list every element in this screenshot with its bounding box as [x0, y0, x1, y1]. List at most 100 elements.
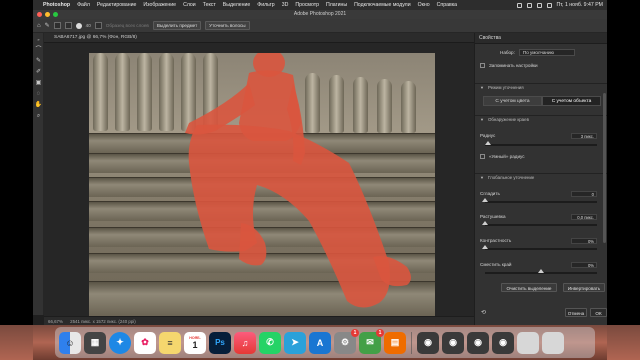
smooth-slider[interactable] — [482, 198, 597, 203]
home-icon[interactable]: ⌂ — [37, 23, 41, 29]
zoom-tool-icon[interactable]: ⌕ — [34, 112, 43, 121]
invert-button[interactable]: Инвертировать — [563, 283, 605, 292]
notes-icon[interactable]: ≡ — [159, 331, 181, 354]
menubar-clock[interactable]: Пт, 1 нояб. 9:47 PM — [557, 2, 603, 8]
feather-value[interactable]: 0,0 пикс. — [571, 214, 597, 220]
system-preferences-icon[interactable]: ⚙ 1 — [334, 328, 359, 354]
hand-tool-icon[interactable]: ✋ — [34, 101, 43, 110]
recent-app-icon[interactable]: ◉ — [467, 331, 489, 354]
tool-preset-icon[interactable]: ✎ — [45, 22, 50, 29]
menu-app-name[interactable]: Photoshop — [43, 2, 70, 8]
recent-app-icon[interactable]: ◉ — [492, 331, 514, 354]
remember-settings-checkbox[interactable] — [480, 63, 485, 68]
zoom-window-button[interactable] — [53, 12, 58, 17]
ok-button[interactable]: ОК — [590, 308, 607, 317]
telegram-icon[interactable]: ➤ — [284, 331, 306, 354]
brush-size-value[interactable]: 40 — [86, 23, 91, 28]
shift-edge-value[interactable]: 0% — [571, 262, 597, 268]
smooth-value[interactable]: 0 — [571, 191, 597, 197]
zoom-level[interactable]: 66,67% — [48, 319, 63, 324]
subtract-from-selection-button[interactable] — [64, 22, 72, 29]
shift-edge-slider[interactable] — [485, 269, 597, 274]
restore-icon[interactable]: ⟲ — [481, 309, 486, 316]
clear-selection-button[interactable]: Очистить выделение — [501, 283, 557, 292]
menu-3d[interactable]: 3D — [282, 2, 289, 8]
brush-tool-icon[interactable]: ✐ — [34, 68, 43, 77]
refine-hair-button[interactable]: Уточнить волосы — [205, 21, 250, 30]
calendar-icon[interactable]: НОЯБ. 1 — [184, 331, 206, 354]
feather-slider[interactable] — [482, 221, 597, 226]
menu-view[interactable]: Просмотр — [295, 2, 319, 8]
menu-layers[interactable]: Слои — [183, 2, 196, 8]
preset-select[interactable]: По умолчанию — [518, 49, 575, 56]
lasso-tool-icon[interactable]: ◌ — [34, 90, 43, 99]
finder-icon[interactable]: ☺ — [59, 331, 81, 354]
add-to-selection-button[interactable] — [53, 22, 61, 29]
document-tab[interactable]: SABA6717.jpg @ 66,7% (Фон, RGB/8) — [44, 33, 474, 43]
photo-canvas[interactable] — [89, 53, 435, 316]
tools-panel: » ⌒ ✎ ✐ ▣ ◌ ✋ ⌕ — [33, 33, 44, 315]
radius-slider-knob[interactable] — [485, 141, 492, 145]
menu-select[interactable]: Выделение — [223, 2, 251, 8]
whatsapp-icon[interactable]: ✆ — [259, 331, 281, 354]
downloads-folder-icon[interactable] — [517, 331, 539, 354]
search-icon[interactable] — [536, 2, 542, 8]
feather-slider-knob[interactable] — [482, 221, 488, 225]
canvas-area[interactable] — [44, 43, 474, 316]
properties-tab[interactable]: Свойства — [475, 33, 607, 44]
brush-options-button[interactable] — [94, 22, 102, 29]
menu-window[interactable]: Окно — [418, 2, 430, 8]
recent-app-icon[interactable]: ◉ — [442, 331, 464, 354]
edge-detection-section[interactable]: ▼ Обнаружение краев — [475, 115, 607, 123]
sample-all-layers-checkbox[interactable]: Образец всех слоев — [106, 23, 149, 28]
wifi-icon[interactable] — [526, 2, 532, 8]
refine-edge-brush-icon[interactable]: ✎ — [34, 57, 43, 66]
recent-app-icon[interactable]: ◉ — [417, 331, 439, 354]
color-aware-button[interactable]: С учетом цвета — [483, 96, 542, 106]
menu-plugins[interactable]: Плагины — [326, 2, 347, 8]
quick-selection-tool-icon[interactable]: ⌒ — [34, 46, 43, 55]
contrast-slider-knob[interactable] — [482, 245, 488, 249]
minimize-window-button[interactable] — [45, 12, 50, 17]
select-subject-button[interactable]: Выделить предмет — [152, 21, 202, 30]
menu-file[interactable]: Файл — [77, 2, 90, 8]
app-store-icon[interactable]: A — [309, 331, 331, 354]
messages-badge: 1 — [376, 328, 384, 337]
radius-value[interactable]: 3 пикс. — [571, 133, 597, 139]
close-window-button[interactable] — [37, 12, 42, 17]
photos-icon[interactable]: ✿ — [134, 331, 156, 354]
radius-slider[interactable] — [485, 141, 597, 146]
properties-scrollbar[interactable] — [603, 93, 606, 243]
control-center-icon[interactable] — [546, 2, 552, 8]
photoshop-icon[interactable]: Ps — [209, 331, 231, 354]
menu-edit[interactable]: Редактирование — [97, 2, 137, 8]
preview-icon[interactable]: ▤ — [384, 331, 406, 354]
launchpad-icon[interactable]: ▦ — [84, 331, 106, 354]
chevron-down-icon: ▼ — [480, 175, 484, 180]
shift-edge-slider-knob[interactable] — [538, 269, 544, 273]
object-aware-button[interactable]: С учетом объекта — [542, 96, 601, 106]
refine-mode-section[interactable]: ▼ Режим уточнения — [475, 83, 607, 91]
menu-extensions[interactable]: Подключаемые модули — [354, 2, 411, 8]
properties-panel: Свойства Набор: По умолчанию Запоминать … — [474, 33, 607, 325]
trash-icon[interactable] — [542, 331, 564, 354]
refine-mode-segmented: С учетом цвета С учетом объекта — [483, 96, 601, 106]
object-selection-tool-icon[interactable]: ▣ — [34, 79, 43, 88]
contrast-value[interactable]: 0% — [571, 238, 597, 244]
global-refinements-section[interactable]: ▼ Глобальное уточнение — [475, 173, 607, 181]
status-icon[interactable] — [516, 2, 522, 8]
smooth-slider-knob[interactable] — [482, 198, 488, 202]
music-icon[interactable]: ♫ — [234, 331, 256, 354]
smart-radius-checkbox[interactable] — [480, 154, 485, 159]
contrast-slider[interactable] — [482, 245, 597, 250]
messages-icon[interactable]: ✉ 1 — [359, 328, 384, 354]
menu-filter[interactable]: Фильтр — [257, 2, 274, 8]
menu-image[interactable]: Изображение — [143, 2, 176, 8]
cancel-button[interactable]: Отмена — [565, 308, 587, 317]
safari-icon[interactable]: ✦ — [109, 331, 131, 354]
menu-type[interactable]: Текст — [203, 2, 216, 8]
brush-size-icon[interactable] — [75, 22, 82, 29]
menu-help[interactable]: Справка — [437, 2, 457, 8]
collapse-tools-icon[interactable]: » — [34, 35, 43, 44]
feather-label: Растушевка — [480, 214, 506, 219]
